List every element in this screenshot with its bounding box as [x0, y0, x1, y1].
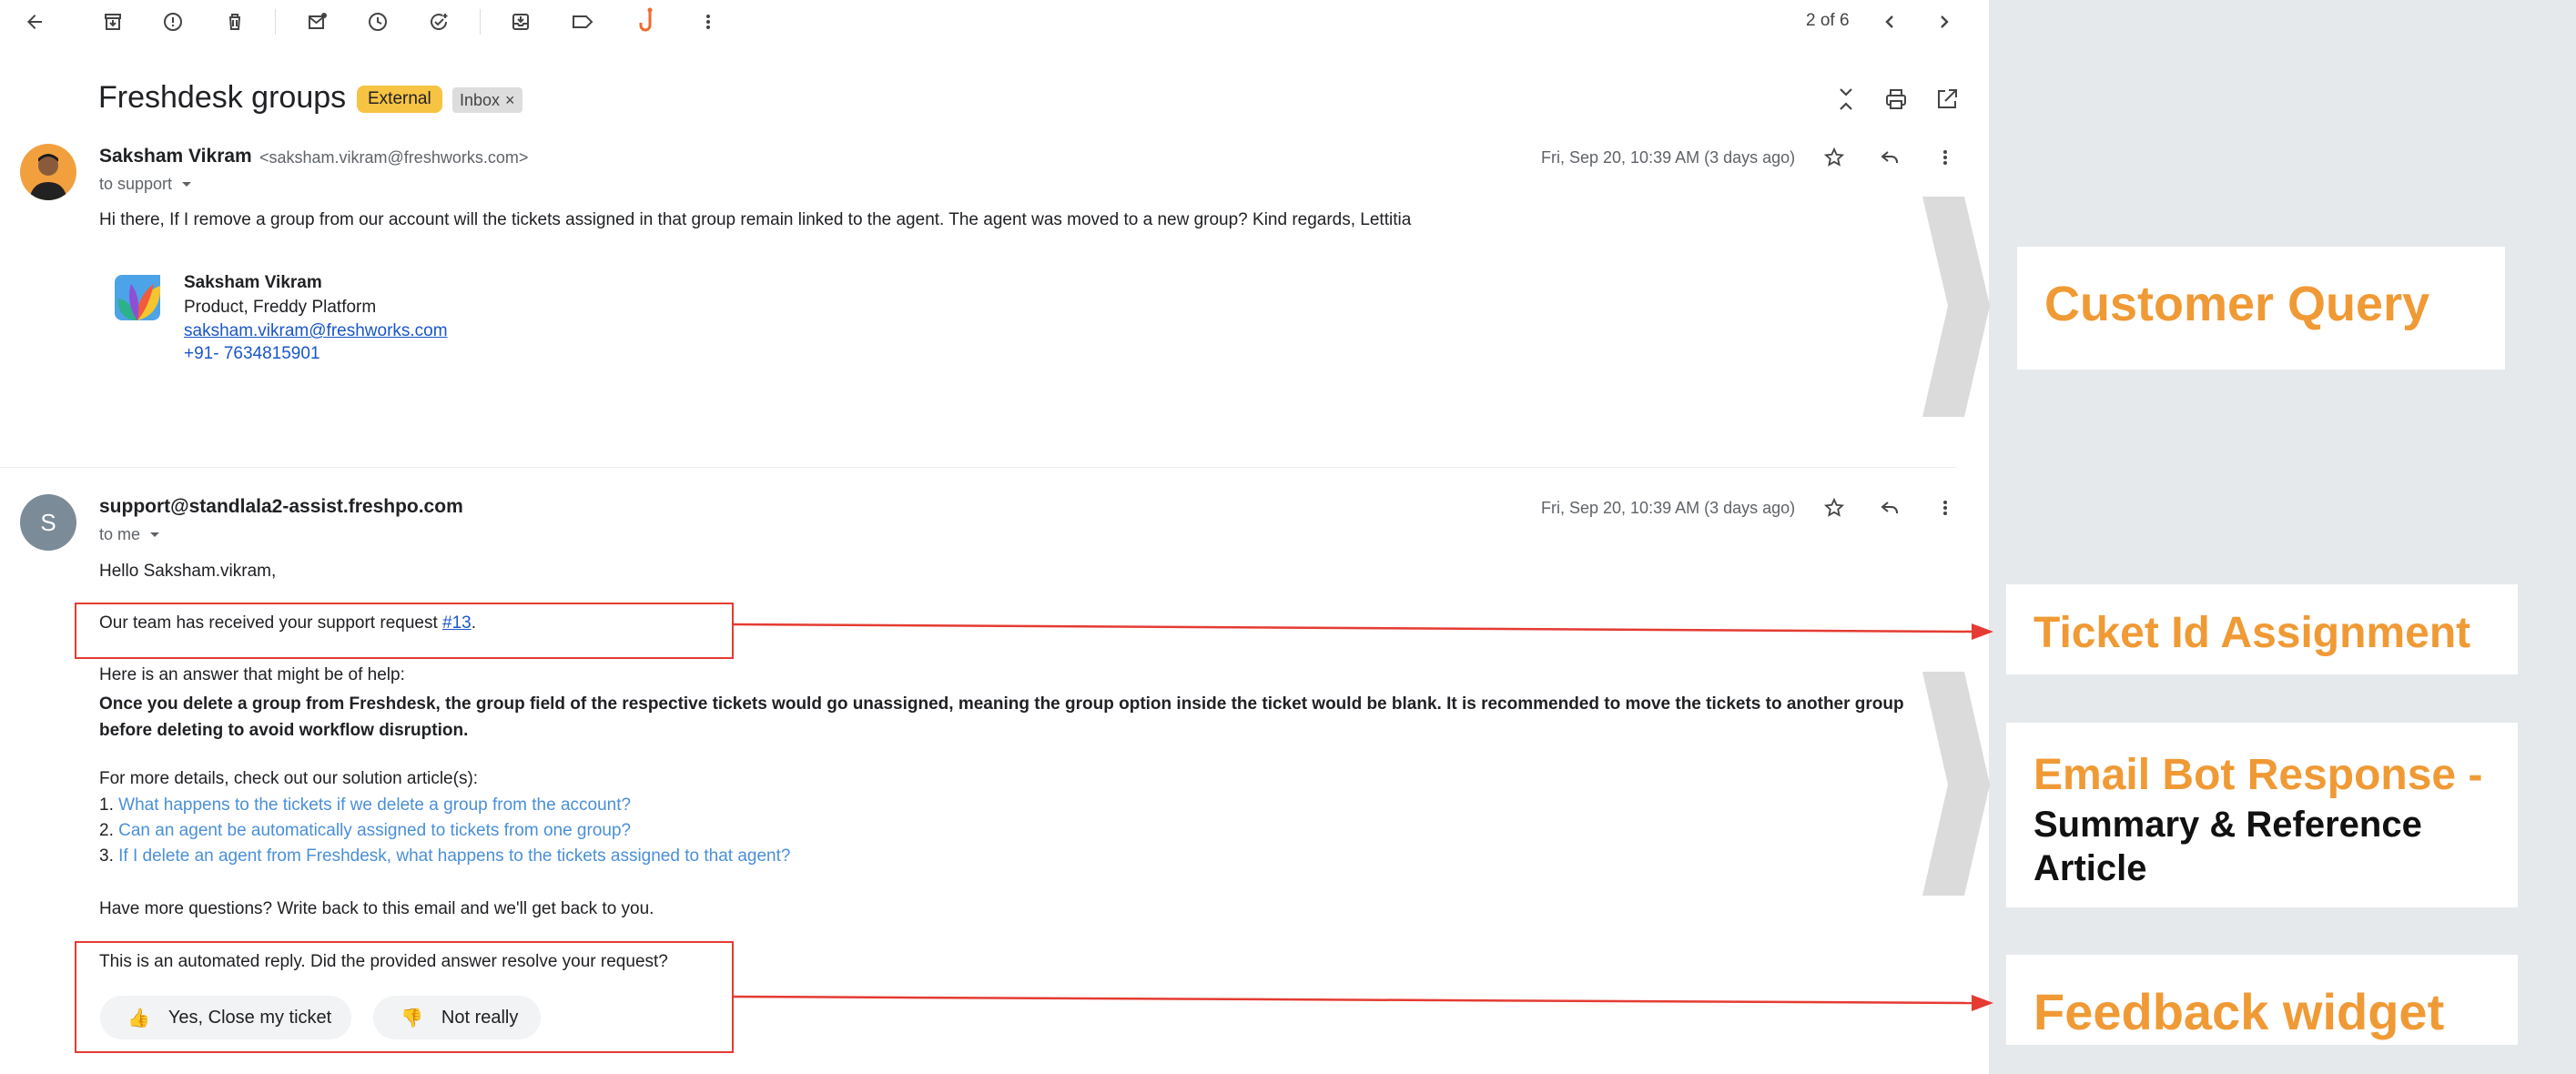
ticket-arrow-head: [1972, 623, 1993, 640]
bot-response-chevron: [1922, 672, 1990, 896]
customer-query-label: Customer Query: [2044, 277, 2430, 331]
feedback-label: Feedback widget: [2033, 983, 2445, 1040]
annotation-overlay: [733, 197, 1993, 1011]
bot-response-label: Email Bot Response -: [2033, 751, 2483, 799]
ticket-id-label-box: Ticket Id Assignment: [2006, 584, 2518, 674]
ticket-id-label: Ticket Id Assignment: [2033, 609, 2471, 657]
customer-query-chevron: [1922, 197, 1990, 417]
ticket-arrow-line: [733, 623, 1976, 633]
feedback-label-box: Feedback widget: [2006, 955, 2518, 1045]
bot-response-sub2: Article: [2033, 848, 2147, 888]
bot-response-sub1: Summary & Reference: [2033, 805, 2422, 845]
bot-response-label-box: Email Bot Response - Summary & Reference…: [2006, 723, 2518, 907]
feedback-arrow-line: [733, 995, 1976, 1005]
feedback-arrow-head: [1972, 995, 1993, 1011]
customer-query-label-box: Customer Query: [2017, 247, 2505, 370]
